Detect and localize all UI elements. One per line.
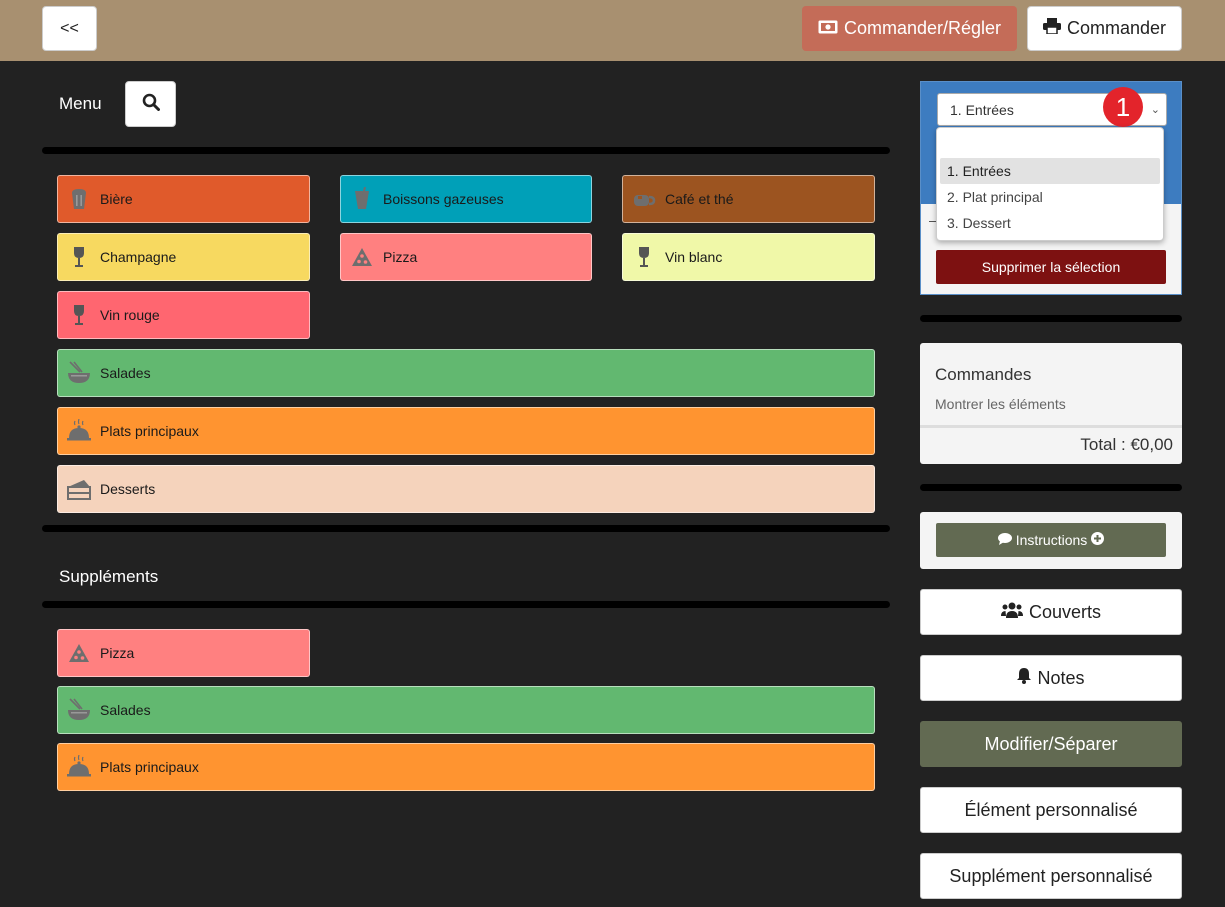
printer-icon bbox=[1042, 18, 1061, 39]
back-button[interactable]: << bbox=[42, 6, 97, 51]
menu-category-tile-label: Vin rouge bbox=[100, 307, 160, 323]
menu-category-tile-label: Salades bbox=[100, 365, 151, 381]
menu-category-tile-label: Champagne bbox=[100, 249, 177, 265]
step-badge: 1 bbox=[1103, 87, 1143, 127]
menu-bottom-divider bbox=[42, 525, 890, 532]
menu-category-tile-label: Plats principaux bbox=[100, 423, 199, 439]
custom-item-button[interactable]: Élément personnalisé bbox=[920, 787, 1182, 833]
bowl-icon bbox=[58, 361, 100, 385]
supplements-title: Suppléments bbox=[59, 567, 159, 586]
bell-icon bbox=[1017, 667, 1032, 689]
menu-divider bbox=[42, 147, 890, 154]
notes-button[interactable]: Notes bbox=[920, 655, 1182, 701]
orders-title: Commandes bbox=[935, 365, 1032, 384]
cake-icon bbox=[58, 477, 100, 501]
menu-category-tile-label: Vin blanc bbox=[665, 249, 723, 265]
menu-category-tile[interactable]: Salades bbox=[57, 349, 875, 397]
modify-split-button[interactable]: Modifier/Séparer bbox=[920, 721, 1182, 767]
covers-button[interactable]: Couverts bbox=[920, 589, 1182, 635]
orders-panel: Commandes Montrer les éléments Total : €… bbox=[920, 343, 1182, 464]
supplement-category-tile-label: Plats principaux bbox=[100, 759, 199, 775]
bowl-icon bbox=[58, 698, 100, 722]
covers-label: Couverts bbox=[1028, 601, 1102, 622]
order-pay-label: Commander/Régler bbox=[843, 18, 1002, 38]
coffee-icon bbox=[623, 187, 665, 211]
wine-glass-icon bbox=[58, 245, 100, 269]
course-select-value: 1. Entrées bbox=[950, 101, 1014, 118]
menu-category-tile[interactable]: Vin blanc bbox=[622, 233, 875, 281]
menu-category-tile[interactable]: Champagne bbox=[57, 233, 310, 281]
orders-total: Total : €0,00 bbox=[1080, 435, 1173, 454]
menu-category-tile[interactable]: Vin rouge bbox=[57, 291, 310, 339]
pizza-icon bbox=[341, 245, 383, 269]
supplement-category-tile[interactable]: Plats principaux bbox=[57, 743, 875, 791]
wine-glass-icon bbox=[623, 245, 665, 269]
course-dropdown: 1. Entrées 2. Plat principal 3. Dessert bbox=[936, 127, 1164, 241]
instructions-button[interactable]: Instructions bbox=[936, 523, 1166, 557]
notes-label: Notes bbox=[1037, 667, 1085, 688]
instructions-label: Instructions bbox=[1015, 532, 1088, 548]
order-button[interactable]: Commander bbox=[1027, 6, 1182, 51]
menu-category-tile-label: Desserts bbox=[100, 481, 156, 497]
show-items-link[interactable]: Montrer les éléments bbox=[935, 396, 1066, 412]
cloche-icon bbox=[58, 755, 100, 779]
search-button[interactable] bbox=[125, 81, 176, 127]
order-label: Commander bbox=[1066, 18, 1167, 38]
menu-category-tile-label: Pizza bbox=[383, 249, 418, 265]
custom-supplement-button[interactable]: Supplément personnalisé bbox=[920, 853, 1182, 899]
delete-selection-button[interactable]: Supprimer la sélection bbox=[936, 250, 1166, 284]
menu-category-tile[interactable]: Pizza bbox=[340, 233, 592, 281]
menu-category-tile-label: Boissons gazeuses bbox=[383, 191, 504, 207]
money-icon bbox=[818, 18, 838, 39]
course-option[interactable]: 3. Dessert bbox=[940, 210, 1160, 236]
right-divider-2 bbox=[920, 484, 1182, 491]
users-icon bbox=[1000, 602, 1023, 623]
comment-icon bbox=[997, 532, 1012, 548]
menu-category-tile[interactable]: Desserts bbox=[57, 465, 875, 513]
supplement-category-tile[interactable]: Pizza bbox=[57, 629, 310, 677]
cloche-icon bbox=[58, 419, 100, 443]
menu-category-tile[interactable]: Café et thé bbox=[622, 175, 875, 223]
supplements-divider bbox=[42, 601, 890, 608]
menu-category-tile[interactable]: Bière bbox=[57, 175, 310, 223]
orders-separator bbox=[920, 425, 1182, 428]
beer-icon bbox=[58, 187, 100, 211]
menu-title: Menu bbox=[59, 94, 102, 113]
right-divider-1 bbox=[920, 315, 1182, 322]
menu-category-tile-label: Café et thé bbox=[665, 191, 734, 207]
course-option[interactable]: 1. Entrées bbox=[940, 158, 1160, 184]
menu-category-tile-label: Bière bbox=[100, 191, 133, 207]
search-icon bbox=[142, 93, 160, 116]
soda-icon bbox=[341, 187, 383, 211]
pizza-icon bbox=[58, 641, 100, 665]
plus-circle-icon bbox=[1091, 532, 1105, 548]
course-option[interactable]: 2. Plat principal bbox=[940, 184, 1160, 210]
supplement-category-tile[interactable]: Salades bbox=[57, 686, 875, 734]
wine-glass-icon bbox=[58, 303, 100, 327]
order-pay-button[interactable]: Commander/Régler bbox=[802, 6, 1017, 51]
menu-category-tile[interactable]: Plats principaux bbox=[57, 407, 875, 455]
chevron-down-icon: ⌄ bbox=[1150, 104, 1160, 116]
instructions-panel: Instructions bbox=[920, 512, 1182, 569]
supplement-category-tile-label: Pizza bbox=[100, 645, 135, 661]
menu-category-tile[interactable]: Boissons gazeuses bbox=[340, 175, 592, 223]
supplement-category-tile-label: Salades bbox=[100, 702, 151, 718]
